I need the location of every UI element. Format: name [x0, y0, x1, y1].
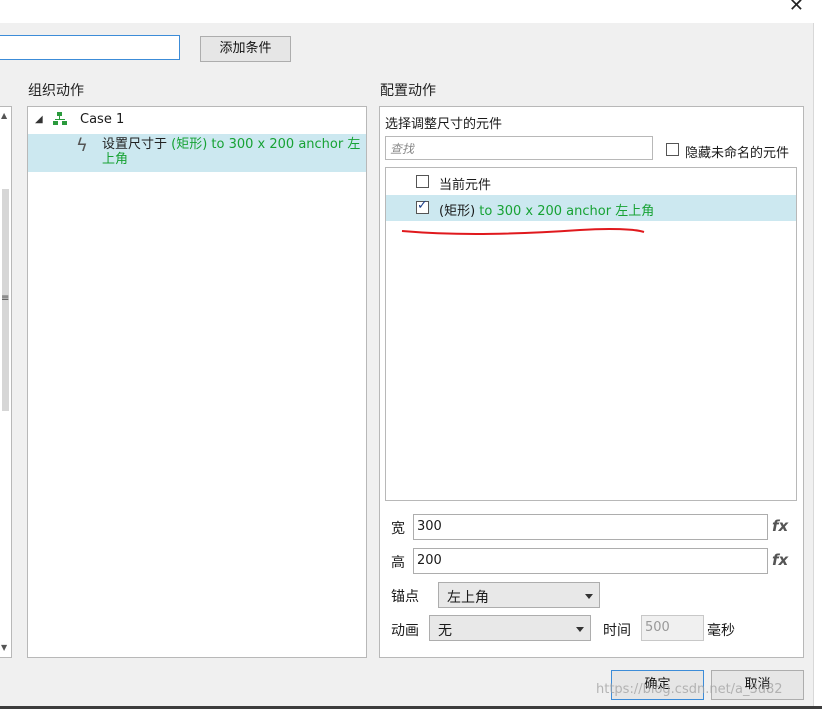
left-panel-scrollbar[interactable]: ▲ ≡ ▼	[0, 106, 12, 658]
height-fx-icon[interactable]: fx	[772, 551, 788, 569]
height-label: 高	[391, 555, 405, 571]
list-item-rectangle[interactable]: (矩形) to 300 x 200 anchor 左上角	[386, 195, 796, 221]
milliseconds-label: 毫秒	[707, 623, 735, 639]
dropdown-caret-icon	[585, 594, 593, 599]
checkbox-checked-icon[interactable]	[416, 198, 429, 214]
select-widgets-title: 选择调整尺寸的元件	[385, 117, 503, 132]
scroll-down-icon[interactable]: ▼	[1, 643, 7, 652]
height-input[interactable]: 200	[413, 548, 768, 574]
anchor-select[interactable]: 左上角	[438, 582, 600, 608]
width-input[interactable]: 300	[413, 514, 768, 540]
hide-unnamed-checkbox[interactable]	[666, 143, 679, 156]
tree-action-row[interactable]: ϟ 设置尺寸于 (矩形) to 300 x 200 anchor 左上角	[28, 134, 366, 172]
condition-input[interactable]	[0, 35, 180, 60]
window-right-edge	[813, 23, 822, 709]
case-label: Case 1	[80, 112, 125, 127]
width-fx-icon[interactable]: fx	[772, 517, 788, 535]
time-input[interactable]: 500	[641, 615, 704, 641]
cancel-button[interactable]: 取消	[711, 670, 804, 700]
width-label: 宽	[391, 521, 405, 537]
checkbox-icon[interactable]	[416, 175, 429, 188]
configure-actions-panel: 选择调整尺寸的元件 隐藏未命名的元件 当前元件 (矩形) to 300 x 20…	[379, 106, 804, 658]
add-condition-button[interactable]: 添加条件	[200, 36, 291, 62]
anchor-label: 锚点	[391, 589, 419, 605]
case-tree-icon	[53, 112, 67, 126]
action-description: 设置尺寸于 (矩形) to 300 x 200 anchor 左上角	[102, 137, 361, 167]
scroll-up-icon[interactable]: ▲	[1, 111, 7, 120]
animation-label: 动画	[391, 623, 419, 639]
red-annotation-underline	[401, 227, 645, 235]
ok-button[interactable]: 确定	[611, 670, 704, 700]
organize-actions-title: 组织动作	[28, 83, 84, 99]
hide-unnamed-label: 隐藏未命名的元件	[685, 146, 790, 161]
configure-actions-title: 配置动作	[380, 83, 436, 99]
organize-actions-panel: ◢ Case 1 ϟ 设置尺寸于 (矩形) to 300 x 200 ancho…	[27, 106, 367, 658]
search-input[interactable]	[385, 136, 653, 160]
title-bar: ✕	[0, 0, 822, 23]
widget-list: 当前元件 (矩形) to 300 x 200 anchor 左上角	[385, 167, 797, 501]
animation-select[interactable]: 无	[429, 615, 591, 641]
scroll-grip-icon: ≡	[1, 293, 10, 304]
expand-triangle-icon[interactable]: ◢	[35, 114, 43, 125]
list-item-current-widget[interactable]: 当前元件	[386, 169, 796, 195]
dropdown-caret-icon	[576, 627, 584, 632]
time-label: 时间	[603, 623, 631, 639]
lightning-icon: ϟ	[76, 135, 88, 156]
close-icon[interactable]: ✕	[789, 0, 804, 16]
tree-case-row[interactable]: ◢ Case 1	[28, 107, 366, 133]
